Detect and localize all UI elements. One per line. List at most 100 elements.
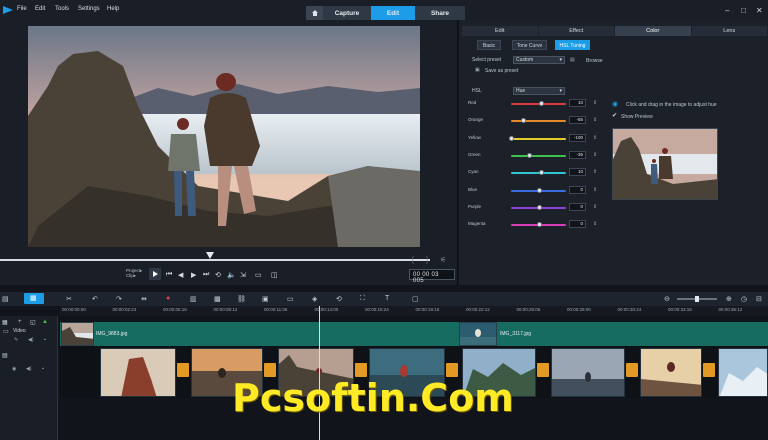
show-preview-label[interactable]: Show Preview [621,114,653,120]
track-mute-icon[interactable]: ◀) [28,337,34,343]
slider-track[interactable] [511,120,566,123]
slider-handle[interactable] [509,135,514,141]
play-button[interactable] [149,268,161,280]
fit-icon[interactable]: ⇲ [240,271,246,279]
track-up-icon[interactable]: ▲ [42,319,48,325]
timeline-ruler[interactable]: 00:00:00:00 00:00:02:24 00:00:05:18 00:00:0… [60,306,768,316]
motion-track-icon[interactable]: ⟲ [336,295,342,303]
split-clip-icon[interactable]: ⇹ [141,295,147,303]
preset-dropdown[interactable]: Custom ▾ [513,56,565,64]
track-manager-icon[interactable]: ▦ [2,319,8,326]
snapshot-icon[interactable]: ◫ [271,271,278,279]
menu-help[interactable]: Help [107,6,119,12]
preview-scrubber[interactable] [0,259,430,261]
transition-marker[interactable] [355,363,367,377]
checkbox-checked-icon[interactable]: ✔ [612,112,617,119]
slider-value-input[interactable]: 0 [569,220,586,229]
menu-settings[interactable]: Settings [78,6,100,12]
export-icon[interactable]: ▢ [412,295,419,303]
title-icon[interactable]: T [385,295,389,302]
tab-edit[interactable]: Edit [371,6,415,20]
subtab-hsl-tuning[interactable]: HSL Tuning [555,40,590,50]
spin-icon[interactable]: ⇕ [593,169,597,175]
zoom-slider-handle[interactable] [695,296,699,302]
slider-value-input[interactable]: -55 [569,116,586,125]
transition-marker[interactable] [537,363,549,377]
record-icon[interactable]: ● [166,295,170,302]
fit-timeline-icon[interactable]: ◷ [741,295,747,303]
chain-icon[interactable]: ⛓ [237,295,246,303]
timeline-view-button[interactable]: ▦ [24,293,44,304]
tab-options-effect[interactable]: Effect [538,26,614,36]
slider-value-input[interactable]: -100 [569,133,586,142]
spin-icon[interactable]: ⇕ [593,117,597,123]
slider-value-input[interactable]: 0 [569,202,586,211]
overlay-lock-icon[interactable]: ▪ [42,366,44,372]
track-clip[interactable] [100,348,176,397]
transition-marker[interactable] [703,363,715,377]
tab-options-color[interactable]: Color [615,26,691,36]
track-clip[interactable] [640,348,702,397]
add-track-icon[interactable]: + [18,319,22,325]
spin-icon[interactable]: ⇕ [593,221,597,227]
hsl-mode-dropdown[interactable]: Hue ▾ [513,87,565,95]
home-start-icon[interactable]: ⏮ [166,271,172,279]
volume-icon[interactable]: 🔈 [227,271,236,279]
zoom-out-icon[interactable]: ⊖ [664,295,670,303]
slider-handle[interactable] [521,118,527,124]
multicam-icon[interactable]: ▭ [287,295,294,303]
slider-value-input[interactable]: 10 [569,99,586,107]
subtab-basic[interactable]: Basic [477,40,501,50]
mark-in-icon[interactable]: [ [412,257,414,264]
spin-icon[interactable]: ⇕ [593,135,597,141]
overlay-eye-icon[interactable]: ◉ [12,366,16,372]
mark-out-icon[interactable]: ] [426,257,428,264]
end-icon[interactable]: ⏭ [203,271,209,279]
split-icon[interactable]: ⚟ [440,256,446,264]
preview-window[interactable] [28,26,420,247]
menu-file[interactable]: File [17,6,27,12]
subtab-tone-curve[interactable]: Tone Curve [512,40,547,50]
slider-handle[interactable] [536,222,542,228]
slider-value-input[interactable]: 10 [569,168,586,177]
tab-options-lens[interactable]: Lens [691,26,767,36]
zoom-in-icon[interactable]: ⊕ [726,295,732,303]
video-track[interactable]: IMG_9883.jpg IMG_3117.jpg [60,322,768,346]
slider-track[interactable] [511,137,566,140]
spin-icon[interactable]: ⇕ [593,152,597,158]
overlay-mute-icon[interactable]: ◀) [26,366,32,372]
save-preset-link[interactable]: Save as preset [485,68,518,74]
slider-track[interactable] [511,154,566,157]
transition-marker[interactable] [446,363,458,377]
menu-edit[interactable]: Edit [35,6,45,12]
timecode-display[interactable]: 00 00 03 005 [409,269,455,284]
zoom-options-icon[interactable]: ⊟ [756,295,762,303]
transition-marker[interactable] [626,363,638,377]
slider-handle[interactable] [536,204,542,210]
tab-capture[interactable]: Capture [323,6,371,20]
ripple-edit-icon[interactable]: ◱ [30,319,36,326]
spin-icon[interactable]: ⇕ [593,100,597,106]
prev-frame-icon[interactable]: ◀ [178,271,183,279]
spin-icon[interactable]: ⇕ [593,204,597,210]
slider-handle[interactable] [526,152,532,158]
motion-icon[interactable]: ▩ [214,295,221,303]
tab-share[interactable]: Share [415,6,465,20]
storyboard-view-icon[interactable]: ▤ [2,295,9,303]
tools-icon[interactable]: ✂ [66,295,72,303]
scrubber-handle-icon[interactable] [206,252,214,259]
track-clip[interactable] [718,348,768,397]
transition-marker[interactable] [177,363,189,377]
eyedropper-icon[interactable]: ◉ [612,100,618,108]
home-button[interactable] [306,6,323,20]
spin-icon[interactable]: ⇕ [593,187,597,193]
maximize-icon[interactable]: □ [741,6,746,15]
track-clip[interactable] [551,348,625,397]
tab-options-edit[interactable]: Edit [462,26,538,36]
menu-tools[interactable]: Tools [55,6,69,12]
slider-value-input[interactable]: -36 [569,150,586,159]
undo-icon[interactable]: ↶ [92,295,98,303]
slider-handle[interactable] [539,101,545,106]
browse-link[interactable]: Browse [586,58,603,64]
slider-value-input[interactable]: 0 [569,185,586,194]
